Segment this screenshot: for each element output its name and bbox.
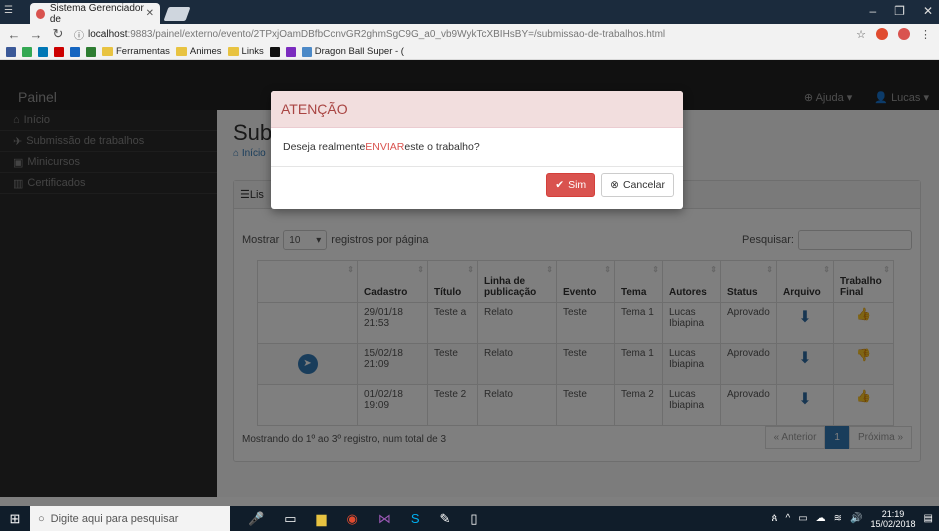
info-icon[interactable]: ⓘ — [74, 27, 84, 42]
url-host: localhost — [88, 28, 128, 40]
task-view-icon[interactable]: ▭ — [284, 511, 296, 527]
folder-icon — [227, 47, 239, 56]
bookmark-star-icon[interactable]: ☆ — [856, 28, 866, 41]
battery-icon[interactable]: ▭ — [798, 513, 807, 524]
dragon-ball-icon — [301, 46, 312, 57]
dialog-title: ATENÇÃO — [271, 91, 683, 128]
check-circle-icon: ✔ — [555, 179, 565, 191]
system-tray: ጰ ^ ▭ ☁ ≋ 🔊 21:19 15/02/2018 ▤ — [772, 509, 933, 529]
reload-icon[interactable]: ↻ — [50, 26, 66, 42]
tray-chevron-icon[interactable]: ^ — [786, 513, 791, 524]
people-icon[interactable]: ጰ — [772, 513, 778, 524]
window-menu-icon[interactable]: ☰ — [4, 5, 13, 16]
bookmark-folder-links[interactable]: Links — [227, 46, 264, 57]
tab-close-icon[interactable]: ✕ — [146, 8, 154, 19]
onedrive-icon[interactable]: ☁ — [816, 513, 826, 524]
skype-icon[interactable]: S — [411, 511, 420, 527]
volume-icon[interactable]: 🔊 — [850, 513, 862, 524]
bookmark-icon[interactable] — [54, 46, 64, 57]
search-circle-icon: ○ — [38, 512, 45, 525]
forward-icon[interactable]: → — [28, 27, 44, 42]
linkedin-icon[interactable] — [38, 46, 48, 57]
microphone-icon[interactable]: 🎤 — [248, 511, 264, 527]
extension-icon[interactable] — [876, 28, 888, 40]
confirm-dialog: ATENÇÃO Deseja realmente ENVIAR este o t… — [271, 91, 683, 209]
close-circle-icon: ⊗ — [610, 179, 619, 191]
dialog-message: Deseja realmente ENVIAR este o trabalho? — [271, 128, 683, 167]
url-field[interactable]: ⓘ localhost :9883/painel/externo/evento/… — [74, 26, 794, 42]
back-icon[interactable]: ← — [6, 27, 22, 42]
bookmark-folder-animes[interactable]: Animes — [175, 46, 222, 57]
tab-title: Sistema Gerenciador de — [49, 2, 144, 25]
windows-taskbar: ⊞ ○ Digite aqui para pesquisar 🎤 ▭ ▆ ◉ ⋈… — [0, 506, 939, 531]
close-window-icon[interactable]: ✕ — [923, 4, 933, 18]
drive-icon[interactable] — [22, 46, 32, 57]
bookmark-icon[interactable] — [70, 46, 80, 57]
visual-studio-icon[interactable]: ⋈ — [378, 511, 391, 527]
browser-tabstrip: ☰ Sistema Gerenciador de ✕ – ❐ ✕ — [0, 0, 939, 25]
cancel-button[interactable]: ⊗ Cancelar — [601, 173, 674, 197]
browser-menu-icon[interactable]: ⋮ — [920, 28, 931, 41]
windows-start-icon[interactable]: ⊞ — [0, 511, 30, 527]
minimize-icon[interactable]: – — [869, 4, 876, 18]
confirm-yes-button[interactable]: ✔ Sim — [546, 173, 596, 197]
folder-icon — [175, 47, 187, 56]
dialog-footer: ✔ Sim ⊗ Cancelar — [271, 167, 683, 203]
bookmark-folder-ferramentas[interactable]: Ferramentas — [102, 46, 170, 57]
site-favicon-icon — [36, 8, 45, 19]
taskbar-search[interactable]: ○ Digite aqui para pesquisar — [30, 506, 230, 531]
chrome-icon[interactable]: ◉ — [346, 511, 357, 527]
clock[interactable]: 21:19 15/02/2018 — [871, 509, 916, 529]
file-explorer-icon[interactable]: ▆ — [316, 511, 326, 527]
url-path: :9883/painel/externo/evento/2TPxjOamDBfb… — [127, 28, 666, 40]
bookmark-icon[interactable] — [269, 46, 280, 57]
document-icon[interactable]: ▯ — [470, 511, 477, 527]
new-tab-button[interactable] — [163, 7, 191, 21]
notifications-icon[interactable]: ▤ — [924, 513, 933, 524]
adblock-extension-icon[interactable] — [898, 28, 910, 40]
facebook-icon[interactable] — [6, 46, 16, 57]
folder-icon — [102, 47, 113, 56]
address-bar: ← → ↻ ⓘ localhost :9883/painel/externo/e… — [0, 24, 939, 44]
restore-icon[interactable]: ❐ — [894, 4, 905, 18]
bookmarks-bar: Ferramentas Animes Links Dragon Ball Sup… — [0, 44, 939, 60]
bookmark-dragon-ball[interactable]: Dragon Ball Super - ( — [301, 46, 404, 57]
app-icon[interactable]: ✎ — [440, 511, 451, 527]
browser-tab[interactable]: Sistema Gerenciador de ✕ — [30, 2, 160, 25]
bookmark-icon[interactable] — [285, 46, 296, 57]
wifi-icon[interactable]: ≋ — [834, 513, 842, 524]
bookmark-icon[interactable] — [86, 46, 96, 57]
